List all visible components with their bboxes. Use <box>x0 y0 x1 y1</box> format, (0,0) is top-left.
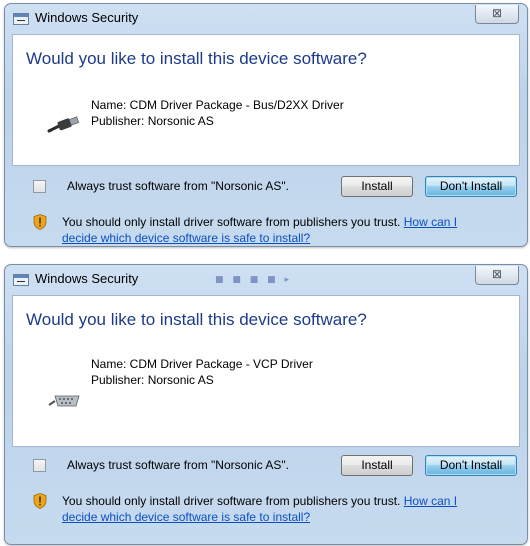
driver-publisher: Publisher: Norsonic AS <box>91 114 214 128</box>
title-bar[interactable]: Windows Security ⊠ <box>5 4 527 34</box>
install-question: Would you like to install this device so… <box>26 49 367 68</box>
driver-name: Name: CDM Driver Package - Bus/D2XX Driv… <box>91 98 344 112</box>
warning-message: You should only install driver software … <box>62 215 401 229</box>
shield-warning-icon <box>33 214 47 230</box>
close-button[interactable]: ⊠ <box>475 266 519 285</box>
install-button[interactable]: Install <box>341 455 413 476</box>
security-dialog-vcp: Windows Security ■ ■ ■ ■ ▸ ⊠ Would you l… <box>4 264 528 545</box>
security-dialog-bus-d2xx: Windows Security ⊠ Would you like to ins… <box>4 3 528 247</box>
always-trust-checkbox[interactable] <box>33 459 46 472</box>
driver-name: Name: CDM Driver Package - VCP Driver <box>91 357 313 371</box>
background-blur-decoration: ■ ■ ■ ■ ▸ <box>215 275 292 285</box>
window-icon <box>13 274 29 286</box>
close-icon: ⊠ <box>491 267 503 281</box>
window-title: Windows Security <box>35 271 139 286</box>
help-link-part-1[interactable]: How can I <box>404 494 457 508</box>
title-bar[interactable]: Windows Security ■ ■ ■ ■ ▸ ⊠ <box>5 265 527 295</box>
dont-install-button[interactable]: Don't Install <box>425 176 517 197</box>
action-row: Always trust software from "Norsonic AS"… <box>12 172 520 202</box>
install-button[interactable]: Install <box>341 176 413 197</box>
window-icon <box>13 13 29 25</box>
dialog-content: Would you like to install this device so… <box>12 34 520 166</box>
warning-row: You should only install driver software … <box>12 212 520 246</box>
help-link-part-2[interactable]: decide which device software is safe to … <box>62 231 310 245</box>
always-trust-label[interactable]: Always trust software from "Norsonic AS"… <box>67 458 289 472</box>
usb-cable-icon <box>47 116 80 133</box>
warning-text-block: You should only install driver software … <box>62 214 457 246</box>
install-question: Would you like to install this device so… <box>26 310 367 329</box>
driver-publisher: Publisher: Norsonic AS <box>91 373 214 387</box>
dont-install-button[interactable]: Don't Install <box>425 455 517 476</box>
help-link-part-2[interactable]: decide which device software is safe to … <box>62 510 310 524</box>
serial-port-icon <box>48 395 80 407</box>
action-row: Always trust software from "Norsonic AS"… <box>12 451 520 481</box>
warning-message: You should only install driver software … <box>62 494 401 508</box>
always-trust-label[interactable]: Always trust software from "Norsonic AS"… <box>67 179 289 193</box>
window-title: Windows Security <box>35 10 139 25</box>
close-button[interactable]: ⊠ <box>475 5 519 24</box>
help-link-part-1[interactable]: How can I <box>404 215 457 229</box>
dialog-content: Would you like to install this device so… <box>12 295 520 447</box>
warning-row: You should only install driver software … <box>12 491 520 531</box>
always-trust-checkbox[interactable] <box>33 180 46 193</box>
shield-warning-icon <box>33 493 47 509</box>
close-icon: ⊠ <box>491 6 503 20</box>
warning-text-block: You should only install driver software … <box>62 493 457 525</box>
